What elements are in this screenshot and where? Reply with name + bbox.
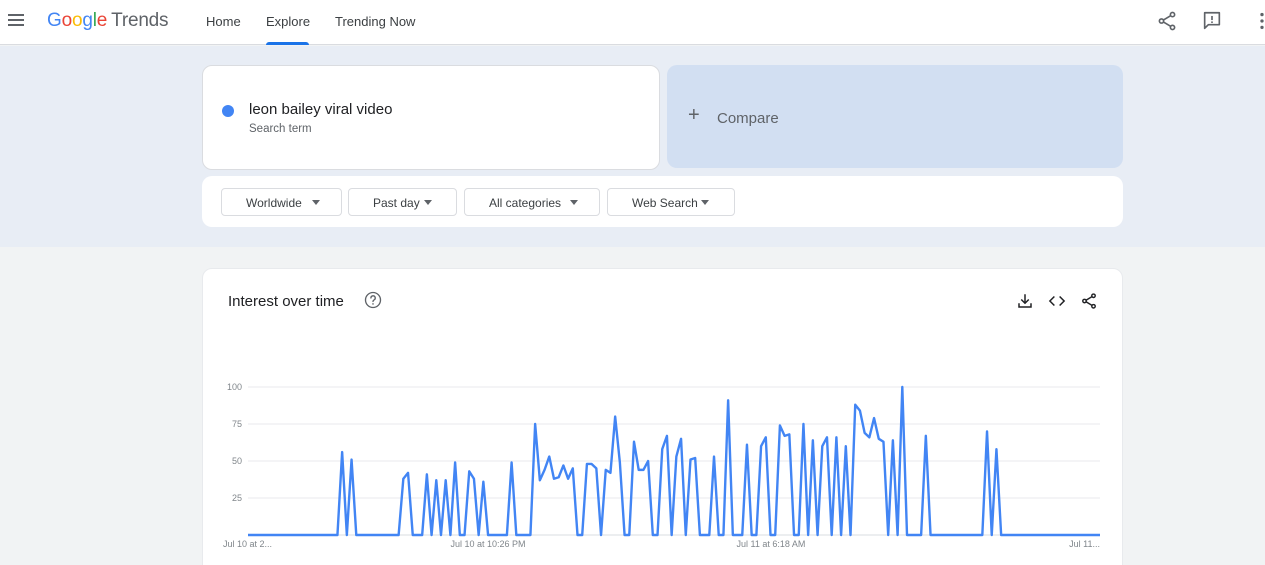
nav-home[interactable]: Home xyxy=(206,14,241,29)
search-term-card[interactable]: leon bailey viral video Search term xyxy=(202,65,660,170)
compare-button[interactable]: + Compare xyxy=(667,65,1123,168)
y-tick-label: 50 xyxy=(232,456,242,466)
interest-over-time-chart: 25 50 75 100 Jul 10 at 2... Jul 10 at 10:26 P… xyxy=(223,382,1100,549)
filters-bar: Worldwide Past day All categories Web Se… xyxy=(202,176,1123,227)
x-tick-label: Jul 11 at 6:18 AM xyxy=(737,539,806,549)
menu-icon[interactable] xyxy=(6,10,26,30)
dropdown-arrow-icon xyxy=(701,200,709,205)
share-icon[interactable] xyxy=(1080,292,1098,310)
filter-search-type-label: Web Search xyxy=(632,196,698,210)
top-bar: Google Trends Home Explore Trending Now xyxy=(0,0,1265,45)
search-term[interactable]: leon bailey viral video xyxy=(249,101,392,118)
filter-category[interactable]: All categories xyxy=(464,188,600,216)
share-icon[interactable] xyxy=(1156,10,1178,32)
series-color-dot xyxy=(222,105,234,117)
interest-over-time-card: 25 50 75 100 Jul 10 at 2... Jul 10 at 10:26 P… xyxy=(202,268,1123,565)
google-trends-logo[interactable]: Google Trends xyxy=(47,10,169,32)
nav-explore[interactable]: Explore xyxy=(266,14,310,29)
y-tick-label: 25 xyxy=(232,493,242,503)
x-tick-label: Jul 10 at 10:26 PM xyxy=(450,539,525,549)
help-icon[interactable] xyxy=(364,291,382,309)
filter-location-label: Worldwide xyxy=(246,196,302,210)
filter-time-range[interactable]: Past day xyxy=(348,188,457,216)
filter-time-range-label: Past day xyxy=(373,196,420,210)
nav-trending-now[interactable]: Trending Now xyxy=(335,14,415,29)
y-tick-label: 100 xyxy=(227,382,242,392)
dropdown-arrow-icon xyxy=(424,200,432,205)
y-tick-label: 75 xyxy=(232,419,242,429)
x-tick-label: Jul 11... xyxy=(1069,539,1100,549)
plus-icon: + xyxy=(688,104,700,126)
dropdown-arrow-icon xyxy=(570,200,578,205)
more-vert-icon[interactable] xyxy=(1251,10,1265,32)
filter-location[interactable]: Worldwide xyxy=(221,188,342,216)
compare-label: Compare xyxy=(717,110,779,127)
x-tick-label: Jul 10 at 2... xyxy=(223,539,272,549)
search-term-type: Search term xyxy=(249,123,312,135)
embed-code-icon[interactable] xyxy=(1048,292,1066,310)
interest-over-time-title: Interest over time xyxy=(228,293,344,310)
dropdown-arrow-icon xyxy=(312,200,320,205)
filter-category-label: All categories xyxy=(489,196,562,210)
feedback-icon[interactable] xyxy=(1201,10,1223,32)
filter-search-type[interactable]: Web Search xyxy=(607,188,735,216)
download-icon[interactable] xyxy=(1016,292,1034,310)
active-tab-indicator xyxy=(266,42,309,45)
